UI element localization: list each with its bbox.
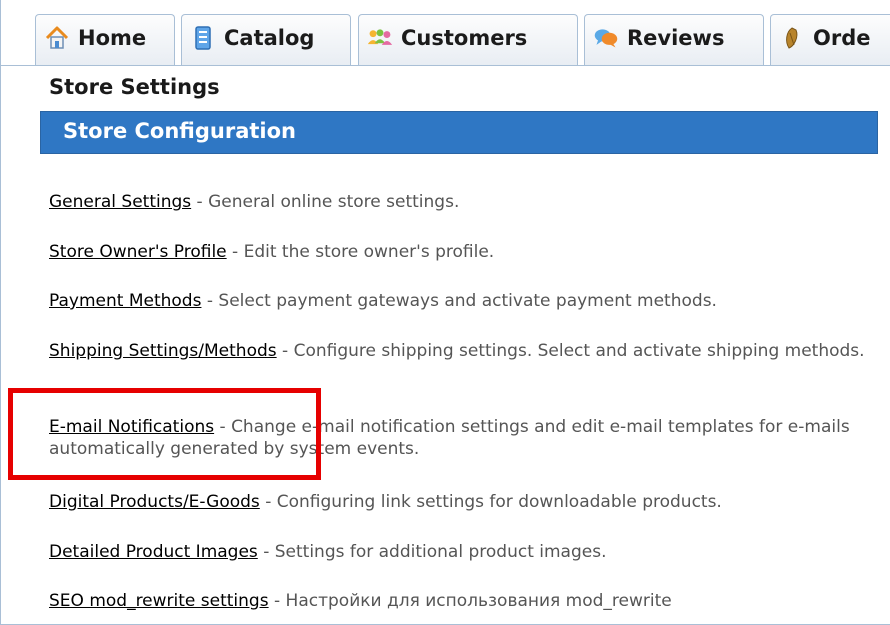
email-notifications-link[interactable]: E-mail Notifications [49,417,214,437]
tab-catalog-label: Catalog [224,26,315,50]
separator: - [219,417,232,437]
list-item: Digital Products/E-Goods - Configuring l… [49,491,869,513]
item-description: Edit the store owner's profile. [243,242,495,262]
item-description: Select payment gateways and activate pay… [218,291,717,311]
separator: - [232,242,244,262]
page-title: Store Settings [49,75,220,99]
tab-home-label: Home [78,26,147,50]
page-frame: Home Catalog Customers Reviews Orde Stor… [0,0,890,625]
tab-home[interactable]: Home [35,14,175,65]
item-description: Настройки для использования mod_rewrite [285,591,672,611]
store-owner-profile-link[interactable]: Store Owner's Profile [49,242,227,262]
tab-customers-label: Customers [401,26,528,50]
separator: - [274,591,286,611]
customers-icon [367,25,393,51]
store-configuration-title: Store Configuration [63,119,296,143]
tab-catalog[interactable]: Catalog [181,14,351,65]
list-item: SEO mod_rewrite settings - Настройки для… [49,590,869,612]
shipping-settings-link[interactable]: Shipping Settings/Methods [49,341,277,361]
general-settings-link[interactable]: General Settings [49,192,191,212]
separator: - [196,192,209,212]
item-description: Configure shipping settings. Select and … [293,341,865,361]
separator: - [265,492,277,512]
list-item: Detailed Product Images - Settings for a… [49,541,869,563]
separator: - [206,291,219,311]
orders-icon [779,25,805,51]
list-item: Shipping Settings/Methods - Configure sh… [49,340,869,362]
store-configuration-header: Store Configuration [40,111,878,154]
item-description: General online store settings. [208,192,460,212]
item-description: Settings for additional product images. [274,542,607,562]
digital-products-link[interactable]: Digital Products/E-Goods [49,492,260,512]
list-item: E-mail Notifications - Change e-mail not… [49,416,869,460]
tab-orders[interactable]: Orde [770,14,890,65]
tab-customers[interactable]: Customers [358,14,578,65]
tab-orders-label: Orde [813,26,871,50]
separator: - [263,542,275,562]
item-description: Configuring link settings for downloadab… [276,492,722,512]
seo-mod-rewrite-link[interactable]: SEO mod_rewrite settings [49,591,269,611]
home-icon [44,25,70,51]
tabs-bar: Home Catalog Customers Reviews Orde [1,0,890,66]
catalog-icon [190,25,216,51]
tab-reviews[interactable]: Reviews [584,14,764,65]
payment-methods-link[interactable]: Payment Methods [49,291,201,311]
tab-reviews-label: Reviews [627,26,725,50]
reviews-icon [593,25,619,51]
list-item: General Settings - General online store … [49,191,869,213]
detailed-product-images-link[interactable]: Detailed Product Images [49,542,258,562]
list-item: Payment Methods - Select payment gateway… [49,290,869,312]
list-item: Store Owner's Profile - Edit the store o… [49,241,869,263]
separator: - [282,341,294,361]
